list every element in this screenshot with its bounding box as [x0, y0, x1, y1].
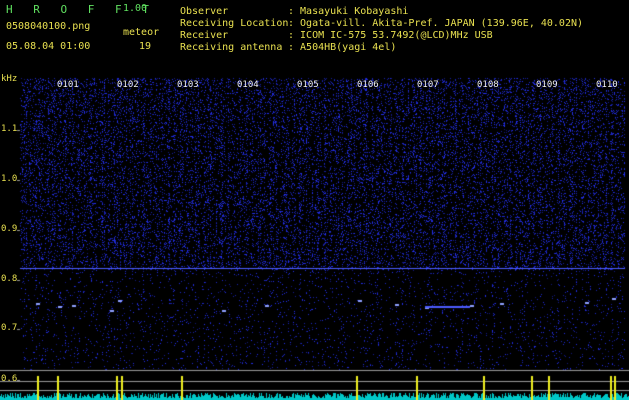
minute-label: 0102: [117, 80, 139, 90]
minute-label: 0107: [417, 80, 439, 90]
tick-label: 1.0: [1, 174, 18, 184]
minute-label: 0103: [177, 80, 199, 90]
minute-label: 0109: [536, 80, 558, 90]
minute-label: 0106: [357, 80, 379, 90]
location-value: : Ogata-vill. Akita-Pref. JAPAN (139.96E…: [288, 18, 584, 29]
tick-label: 0.8: [1, 274, 18, 284]
receiver-label: Receiver: [180, 30, 229, 41]
app-version: 1.00: [123, 3, 148, 14]
spectrogram-canvas: [0, 0, 629, 400]
minute-label: 0104: [237, 80, 259, 90]
file-datetime: 05.08.04 01:00: [6, 41, 91, 52]
location-label: Receiving Location: [180, 18, 289, 29]
meteor-count: 19: [139, 41, 152, 52]
axis-unit: kHz: [1, 74, 18, 84]
tick-label: 0.7: [1, 323, 18, 333]
antenna-label: Receiving antenna: [180, 42, 283, 53]
minute-label: 0101: [57, 80, 79, 90]
observer-value: : Masayuki Kobayashi: [288, 6, 409, 17]
minute-label: 0105: [297, 80, 319, 90]
observer-label: Observer: [180, 6, 229, 17]
receiver-value: : ICOM IC-575 53.7492(@LCD)MHz USB: [288, 30, 493, 41]
tick-label: 0.9: [1, 224, 18, 234]
antenna-value: : A504HB(yagi 4el): [288, 42, 397, 53]
file-name: 0508040100.png: [6, 21, 91, 32]
minute-label: 0110: [596, 80, 618, 90]
tick-label: 1.1: [1, 124, 18, 134]
meteor-label: meteor: [123, 27, 160, 38]
minute-label: 0108: [477, 80, 499, 90]
tick-label: 0.6: [1, 374, 18, 384]
